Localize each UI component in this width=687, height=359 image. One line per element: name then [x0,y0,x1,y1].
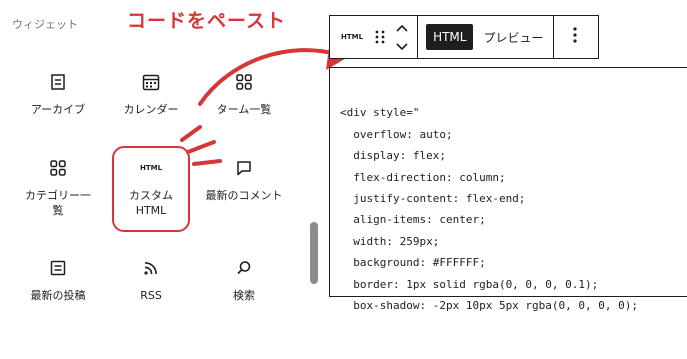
block-mover [391,19,413,55]
chevron-down-icon[interactable] [395,37,409,56]
code-line: <div style=" [340,106,420,120]
code-line: background: #FFFFFF; [340,256,486,270]
code-line: justify-content: flex-end; [340,192,526,206]
code-line: width: 259px; [340,234,440,248]
code-line: flex-direction: column; [340,170,506,184]
block-toolbar: HTML HTML プレビュー [329,15,599,59]
code-content[interactable]: <div style=" overflow: auto; display: fl… [340,81,638,359]
code-line: overflow: auto; [340,127,453,141]
more-vertical-icon [572,26,578,48]
code-line: align-items: center; [340,213,486,227]
options-menu-button[interactable] [554,16,596,58]
code-line: border: 1px solid rgba(0, 0, 0, 0.1); [340,277,599,291]
tab-preview[interactable]: プレビュー [483,29,543,46]
chevron-up-icon[interactable] [395,18,409,37]
drag-handle-icon[interactable] [373,27,387,47]
annotation-text: コードをペースト [127,10,287,32]
toolbar-block-segment: HTML [330,16,419,58]
tab-html[interactable]: HTML [426,24,474,50]
toolbar-tabs-segment: HTML プレビュー [418,16,555,58]
code-line: display: flex; [340,149,446,163]
html-code-editor[interactable]: <div style=" overflow: auto; display: fl… [329,67,687,312]
code-line: box-shadow: -2px 10px 5px rgba(0, 0, 0, … [340,299,639,313]
block-type-html-icon[interactable]: HTML [341,33,363,41]
